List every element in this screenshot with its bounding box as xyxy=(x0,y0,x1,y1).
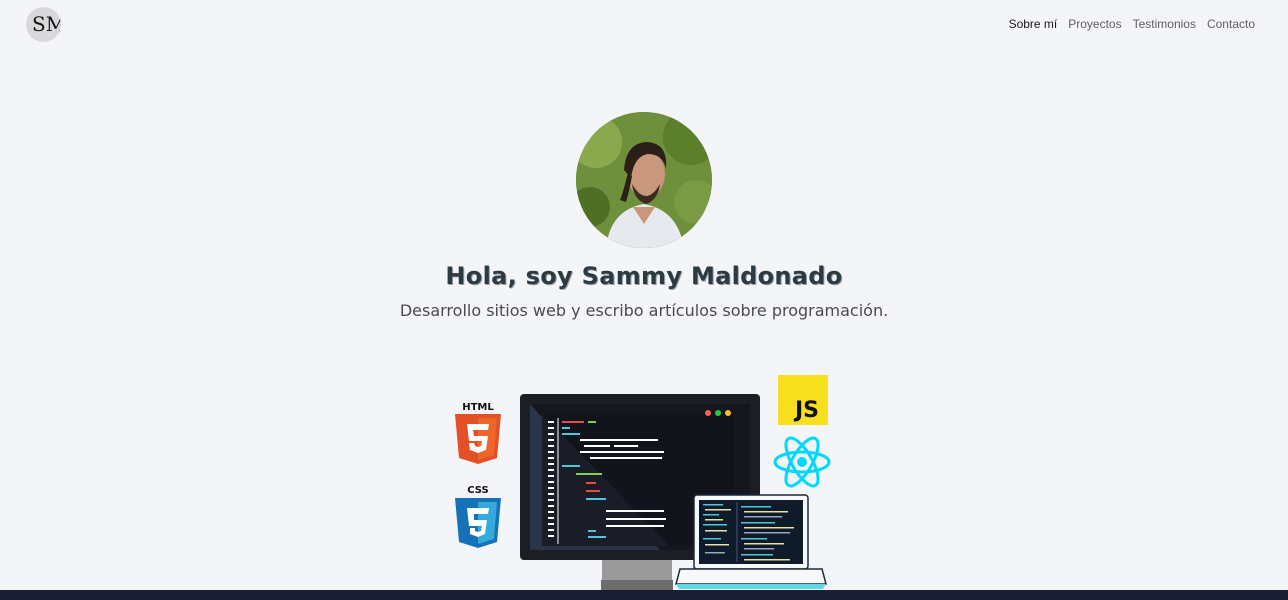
hero-illustration: HTML CSS JS xyxy=(440,370,840,592)
svg-text:CSS: CSS xyxy=(467,485,488,496)
laptop-illustration xyxy=(675,494,827,589)
nav-link-proyectos[interactable]: Proyectos xyxy=(1068,17,1121,31)
svg-text:SM: SM xyxy=(32,12,61,36)
nav-link-contacto[interactable]: Contacto xyxy=(1207,17,1255,31)
css3-icon: CSS xyxy=(455,485,501,548)
main-nav: Sobre mí Proyectos Testimonios Contacto xyxy=(1009,17,1255,31)
html5-icon: HTML xyxy=(455,402,501,464)
svg-text:JS: JS xyxy=(793,398,819,423)
react-icon xyxy=(773,436,831,488)
nav-link-sobre-mi[interactable]: Sobre mí xyxy=(1009,17,1058,31)
logo[interactable]: SM xyxy=(26,7,61,42)
profile-photo xyxy=(576,112,712,248)
logo-monogram: SM xyxy=(32,12,61,36)
javascript-icon: JS xyxy=(778,375,828,425)
hero-subtitle: Desarrollo sitios web y escribo artículo… xyxy=(399,301,889,320)
svg-text:HTML: HTML xyxy=(462,402,494,413)
hero-title: Hola, soy Sammy Maldonado xyxy=(445,262,843,290)
footer-bar xyxy=(0,590,1288,600)
nav-link-testimonios[interactable]: Testimonios xyxy=(1133,17,1196,31)
